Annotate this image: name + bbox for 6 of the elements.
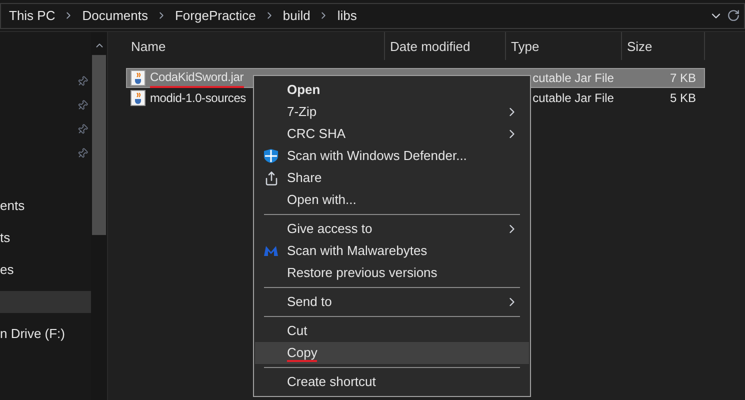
type-text: cutable Jar File <box>532 91 614 105</box>
type-text: cutable Jar File <box>532 71 614 85</box>
size-text: 5 KB <box>670 91 696 105</box>
file-name: CodaKidSword.jar <box>150 68 244 88</box>
size-text: 7 KB <box>670 71 696 85</box>
file-name: modid-1.0-sources <box>150 90 246 107</box>
